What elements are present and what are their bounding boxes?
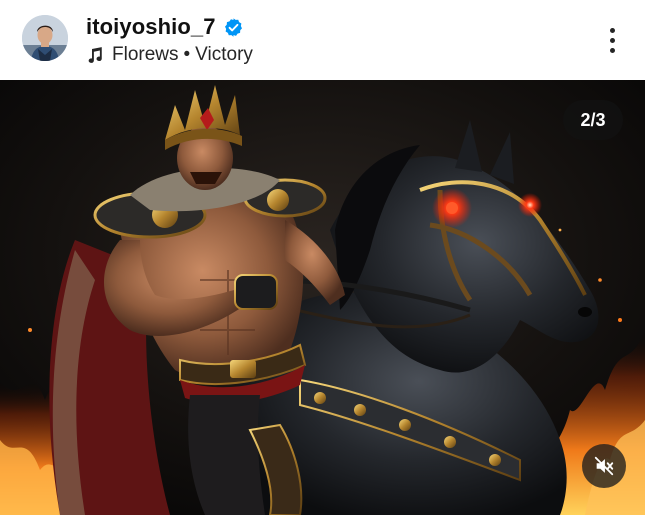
audio-row[interactable]: Florews • Victory (86, 43, 253, 67)
mute-toggle-button[interactable] (582, 444, 626, 488)
post-media[interactable]: 2/3 (0, 80, 645, 515)
music-note-icon (88, 47, 102, 63)
post-image (0, 80, 645, 515)
username[interactable]: itoiyoshio_7 (86, 14, 216, 40)
more-vertical-icon-dot (609, 47, 615, 53)
carousel-counter-badge: 2/3 (563, 100, 623, 140)
audio-separator: • (183, 44, 191, 65)
more-vertical-icon-dot (609, 37, 615, 43)
avatar[interactable] (22, 15, 68, 61)
avatar-image (22, 15, 68, 61)
audio-title: Victory (195, 44, 253, 65)
more-options-button[interactable] (596, 22, 628, 58)
username-row: itoiyoshio_7 (86, 13, 244, 41)
verified-badge-icon (224, 17, 242, 37)
audio-artist: Florews (112, 44, 179, 65)
more-vertical-icon-dot (609, 27, 615, 33)
post-header: itoiyoshio_7 Florews • Victory (0, 0, 645, 80)
speaker-muted-icon (594, 456, 614, 476)
